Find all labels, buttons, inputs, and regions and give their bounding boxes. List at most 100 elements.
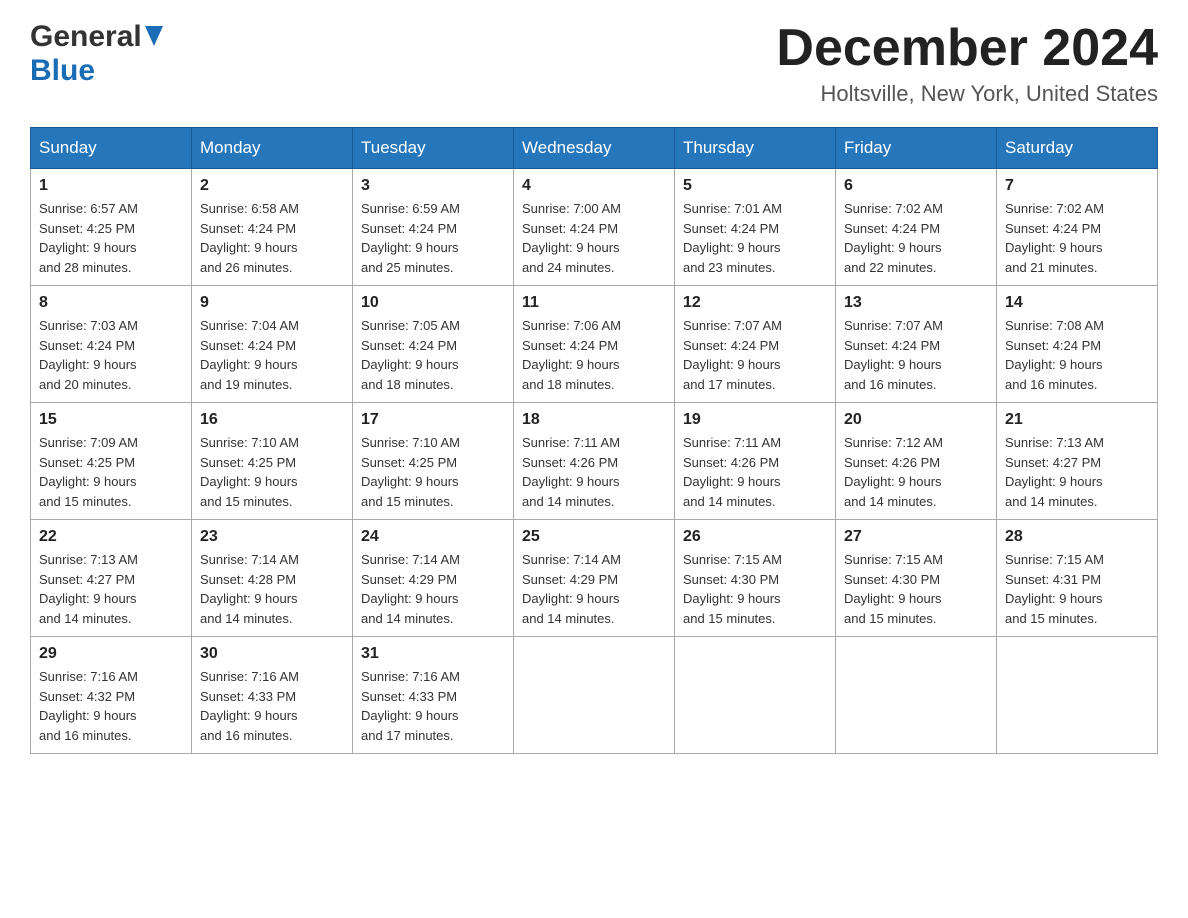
day-number: 31 bbox=[361, 645, 505, 663]
day-number: 19 bbox=[683, 411, 827, 429]
day-number: 16 bbox=[200, 411, 344, 429]
day-number: 10 bbox=[361, 294, 505, 312]
day-number: 28 bbox=[1005, 528, 1149, 546]
day-number: 5 bbox=[683, 177, 827, 195]
day-cell: 17 Sunrise: 7:10 AMSunset: 4:25 PMDaylig… bbox=[353, 403, 514, 520]
day-info: Sunrise: 7:02 AMSunset: 4:24 PMDaylight:… bbox=[1005, 201, 1104, 275]
day-number: 14 bbox=[1005, 294, 1149, 312]
day-number: 1 bbox=[39, 177, 183, 195]
column-header-monday: Monday bbox=[192, 128, 353, 169]
day-cell: 27 Sunrise: 7:15 AMSunset: 4:30 PMDaylig… bbox=[836, 520, 997, 637]
day-cell: 16 Sunrise: 7:10 AMSunset: 4:25 PMDaylig… bbox=[192, 403, 353, 520]
day-cell: 28 Sunrise: 7:15 AMSunset: 4:31 PMDaylig… bbox=[997, 520, 1158, 637]
day-info: Sunrise: 7:15 AMSunset: 4:30 PMDaylight:… bbox=[844, 552, 943, 626]
week-row-3: 15 Sunrise: 7:09 AMSunset: 4:25 PMDaylig… bbox=[31, 403, 1158, 520]
location: Holtsville, New York, United States bbox=[776, 81, 1158, 107]
day-number: 18 bbox=[522, 411, 666, 429]
day-info: Sunrise: 7:10 AMSunset: 4:25 PMDaylight:… bbox=[361, 435, 460, 509]
day-number: 30 bbox=[200, 645, 344, 663]
day-cell: 6 Sunrise: 7:02 AMSunset: 4:24 PMDayligh… bbox=[836, 169, 997, 286]
day-info: Sunrise: 7:07 AMSunset: 4:24 PMDaylight:… bbox=[844, 318, 943, 392]
day-number: 17 bbox=[361, 411, 505, 429]
day-cell: 18 Sunrise: 7:11 AMSunset: 4:26 PMDaylig… bbox=[514, 403, 675, 520]
day-info: Sunrise: 7:11 AMSunset: 4:26 PMDaylight:… bbox=[522, 435, 620, 509]
day-cell: 15 Sunrise: 7:09 AMSunset: 4:25 PMDaylig… bbox=[31, 403, 192, 520]
day-cell: 3 Sunrise: 6:59 AMSunset: 4:24 PMDayligh… bbox=[353, 169, 514, 286]
day-number: 20 bbox=[844, 411, 988, 429]
day-info: Sunrise: 7:00 AMSunset: 4:24 PMDaylight:… bbox=[522, 201, 621, 275]
day-number: 11 bbox=[522, 294, 666, 312]
column-header-saturday: Saturday bbox=[997, 128, 1158, 169]
day-info: Sunrise: 7:14 AMSunset: 4:28 PMDaylight:… bbox=[200, 552, 299, 626]
logo-arrow-icon bbox=[145, 26, 163, 48]
day-cell: 7 Sunrise: 7:02 AMSunset: 4:24 PMDayligh… bbox=[997, 169, 1158, 286]
page-header: General Blue December 2024 Holtsville, N… bbox=[30, 20, 1158, 107]
day-info: Sunrise: 7:14 AMSunset: 4:29 PMDaylight:… bbox=[361, 552, 460, 626]
day-number: 9 bbox=[200, 294, 344, 312]
week-row-4: 22 Sunrise: 7:13 AMSunset: 4:27 PMDaylig… bbox=[31, 520, 1158, 637]
day-info: Sunrise: 7:13 AMSunset: 4:27 PMDaylight:… bbox=[1005, 435, 1104, 509]
day-info: Sunrise: 6:58 AMSunset: 4:24 PMDaylight:… bbox=[200, 201, 299, 275]
day-cell: 11 Sunrise: 7:06 AMSunset: 4:24 PMDaylig… bbox=[514, 286, 675, 403]
column-header-tuesday: Tuesday bbox=[353, 128, 514, 169]
week-row-5: 29 Sunrise: 7:16 AMSunset: 4:32 PMDaylig… bbox=[31, 637, 1158, 754]
day-cell: 1 Sunrise: 6:57 AMSunset: 4:25 PMDayligh… bbox=[31, 169, 192, 286]
day-info: Sunrise: 7:16 AMSunset: 4:33 PMDaylight:… bbox=[200, 669, 299, 743]
day-cell: 29 Sunrise: 7:16 AMSunset: 4:32 PMDaylig… bbox=[31, 637, 192, 754]
column-header-friday: Friday bbox=[836, 128, 997, 169]
day-info: Sunrise: 7:08 AMSunset: 4:24 PMDaylight:… bbox=[1005, 318, 1104, 392]
column-header-thursday: Thursday bbox=[675, 128, 836, 169]
week-row-1: 1 Sunrise: 6:57 AMSunset: 4:25 PMDayligh… bbox=[31, 169, 1158, 286]
header-row: SundayMondayTuesdayWednesdayThursdayFrid… bbox=[31, 128, 1158, 169]
week-row-2: 8 Sunrise: 7:03 AMSunset: 4:24 PMDayligh… bbox=[31, 286, 1158, 403]
day-info: Sunrise: 7:10 AMSunset: 4:25 PMDaylight:… bbox=[200, 435, 299, 509]
day-info: Sunrise: 7:15 AMSunset: 4:31 PMDaylight:… bbox=[1005, 552, 1104, 626]
day-number: 8 bbox=[39, 294, 183, 312]
day-cell: 24 Sunrise: 7:14 AMSunset: 4:29 PMDaylig… bbox=[353, 520, 514, 637]
day-info: Sunrise: 7:16 AMSunset: 4:33 PMDaylight:… bbox=[361, 669, 460, 743]
day-number: 13 bbox=[844, 294, 988, 312]
day-info: Sunrise: 7:14 AMSunset: 4:29 PMDaylight:… bbox=[522, 552, 621, 626]
day-number: 12 bbox=[683, 294, 827, 312]
day-number: 25 bbox=[522, 528, 666, 546]
day-cell: 14 Sunrise: 7:08 AMSunset: 4:24 PMDaylig… bbox=[997, 286, 1158, 403]
day-cell: 26 Sunrise: 7:15 AMSunset: 4:30 PMDaylig… bbox=[675, 520, 836, 637]
column-header-sunday: Sunday bbox=[31, 128, 192, 169]
day-info: Sunrise: 6:57 AMSunset: 4:25 PMDaylight:… bbox=[39, 201, 138, 275]
day-cell: 22 Sunrise: 7:13 AMSunset: 4:27 PMDaylig… bbox=[31, 520, 192, 637]
day-info: Sunrise: 7:01 AMSunset: 4:24 PMDaylight:… bbox=[683, 201, 782, 275]
day-info: Sunrise: 7:13 AMSunset: 4:27 PMDaylight:… bbox=[39, 552, 138, 626]
day-info: Sunrise: 7:03 AMSunset: 4:24 PMDaylight:… bbox=[39, 318, 138, 392]
day-number: 6 bbox=[844, 177, 988, 195]
day-info: Sunrise: 7:02 AMSunset: 4:24 PMDaylight:… bbox=[844, 201, 943, 275]
day-info: Sunrise: 7:06 AMSunset: 4:24 PMDaylight:… bbox=[522, 318, 621, 392]
day-info: Sunrise: 7:11 AMSunset: 4:26 PMDaylight:… bbox=[683, 435, 781, 509]
day-cell: 9 Sunrise: 7:04 AMSunset: 4:24 PMDayligh… bbox=[192, 286, 353, 403]
day-number: 2 bbox=[200, 177, 344, 195]
logo-blue-text: Blue bbox=[30, 54, 95, 87]
day-cell: 13 Sunrise: 7:07 AMSunset: 4:24 PMDaylig… bbox=[836, 286, 997, 403]
day-number: 21 bbox=[1005, 411, 1149, 429]
day-number: 22 bbox=[39, 528, 183, 546]
day-info: Sunrise: 7:07 AMSunset: 4:24 PMDaylight:… bbox=[683, 318, 782, 392]
day-cell: 4 Sunrise: 7:00 AMSunset: 4:24 PMDayligh… bbox=[514, 169, 675, 286]
column-header-wednesday: Wednesday bbox=[514, 128, 675, 169]
day-number: 7 bbox=[1005, 177, 1149, 195]
day-number: 27 bbox=[844, 528, 988, 546]
title-area: December 2024 Holtsville, New York, Unit… bbox=[776, 20, 1158, 107]
logo-general-text: General bbox=[30, 20, 142, 54]
day-info: Sunrise: 7:16 AMSunset: 4:32 PMDaylight:… bbox=[39, 669, 138, 743]
day-number: 23 bbox=[200, 528, 344, 546]
day-cell: 10 Sunrise: 7:05 AMSunset: 4:24 PMDaylig… bbox=[353, 286, 514, 403]
logo: General Blue bbox=[30, 20, 163, 88]
day-info: Sunrise: 7:05 AMSunset: 4:24 PMDaylight:… bbox=[361, 318, 460, 392]
day-info: Sunrise: 7:12 AMSunset: 4:26 PMDaylight:… bbox=[844, 435, 943, 509]
day-number: 15 bbox=[39, 411, 183, 429]
day-cell: 25 Sunrise: 7:14 AMSunset: 4:29 PMDaylig… bbox=[514, 520, 675, 637]
day-cell: 30 Sunrise: 7:16 AMSunset: 4:33 PMDaylig… bbox=[192, 637, 353, 754]
day-info: Sunrise: 7:04 AMSunset: 4:24 PMDaylight:… bbox=[200, 318, 299, 392]
day-cell: 5 Sunrise: 7:01 AMSunset: 4:24 PMDayligh… bbox=[675, 169, 836, 286]
day-cell: 23 Sunrise: 7:14 AMSunset: 4:28 PMDaylig… bbox=[192, 520, 353, 637]
day-cell bbox=[997, 637, 1158, 754]
month-title: December 2024 bbox=[776, 20, 1158, 77]
